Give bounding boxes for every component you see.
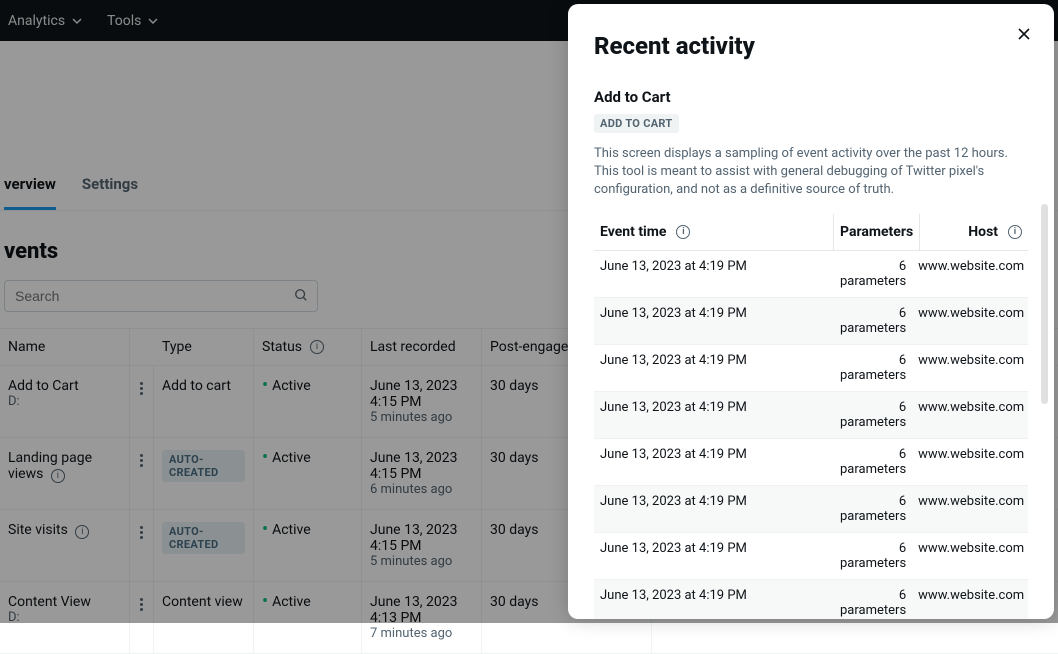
cell-host: www.website.com (912, 486, 1030, 532)
cell-params: 6 parameters (834, 345, 912, 391)
close-button[interactable] (1012, 22, 1036, 49)
cell-host: www.website.com (912, 251, 1030, 297)
activity-row[interactable]: June 13, 2023 at 4:19 PM6 parameterswww.… (594, 392, 1028, 439)
cell-params: 6 parameters (834, 251, 912, 297)
cell-params: 6 parameters (834, 298, 912, 344)
info-icon[interactable]: i (1008, 225, 1022, 239)
activity-row[interactable]: June 13, 2023 at 4:19 PM6 parameterswww.… (594, 345, 1028, 392)
cell-time: June 13, 2023 at 4:19 PM (594, 298, 834, 344)
cell-host: www.website.com (912, 533, 1030, 579)
cell-host: www.website.com (912, 439, 1030, 485)
cell-params: 6 parameters (834, 439, 912, 485)
cell-time: June 13, 2023 at 4:19 PM (594, 251, 834, 297)
activity-row[interactable]: June 13, 2023 at 4:19 PM6 parameterswww.… (594, 580, 1028, 619)
drawer-title: Recent activity (594, 32, 1028, 60)
activity-row[interactable]: June 13, 2023 at 4:19 PM6 parameterswww.… (594, 439, 1028, 486)
cell-host: www.website.com (912, 580, 1030, 619)
drawer-description: This screen displays a sampling of event… (594, 145, 1028, 200)
cell-time: June 13, 2023 at 4:19 PM (594, 392, 834, 438)
activity-row[interactable]: June 13, 2023 at 4:19 PM6 parameterswww.… (594, 533, 1028, 580)
cell-host: www.website.com (912, 392, 1030, 438)
cell-time: June 13, 2023 at 4:19 PM (594, 345, 834, 391)
cell-host: www.website.com (912, 345, 1030, 391)
cell-time: June 13, 2023 at 4:19 PM (594, 486, 834, 532)
cell-params: 6 parameters (834, 580, 912, 619)
cell-params: 6 parameters (834, 486, 912, 532)
cell-params: 6 parameters (834, 392, 912, 438)
drawer-event-code: ADD TO CART (594, 114, 679, 133)
activity-row[interactable]: June 13, 2023 at 4:19 PM6 parameterswww.… (594, 251, 1028, 298)
activity-row[interactable]: June 13, 2023 at 4:19 PM6 parameterswww.… (594, 298, 1028, 345)
cell-params: 6 parameters (834, 533, 912, 579)
cell-time: June 13, 2023 at 4:19 PM (594, 533, 834, 579)
info-icon[interactable]: i (676, 225, 690, 239)
cell-time: June 13, 2023 at 4:19 PM (594, 580, 834, 619)
drawer-event-name: Add to Cart (594, 88, 1028, 106)
cell-host: www.website.com (912, 298, 1030, 344)
drawer-table-header: Event timei Parameters Hosti (594, 214, 1028, 251)
dth-time[interactable]: Event timei (594, 214, 834, 250)
close-icon (1016, 26, 1032, 42)
dth-params[interactable]: Parameters (834, 214, 920, 250)
cell-time: June 13, 2023 at 4:19 PM (594, 439, 834, 485)
drawer-rows: June 13, 2023 at 4:19 PM6 parameterswww.… (594, 251, 1028, 619)
activity-row[interactable]: June 13, 2023 at 4:19 PM6 parameterswww.… (594, 486, 1028, 533)
scrollbar-thumb[interactable] (1041, 204, 1048, 404)
dth-host[interactable]: Hosti (920, 214, 1028, 250)
recent-activity-drawer: Recent activity Add to Cart ADD TO CART … (568, 4, 1054, 619)
